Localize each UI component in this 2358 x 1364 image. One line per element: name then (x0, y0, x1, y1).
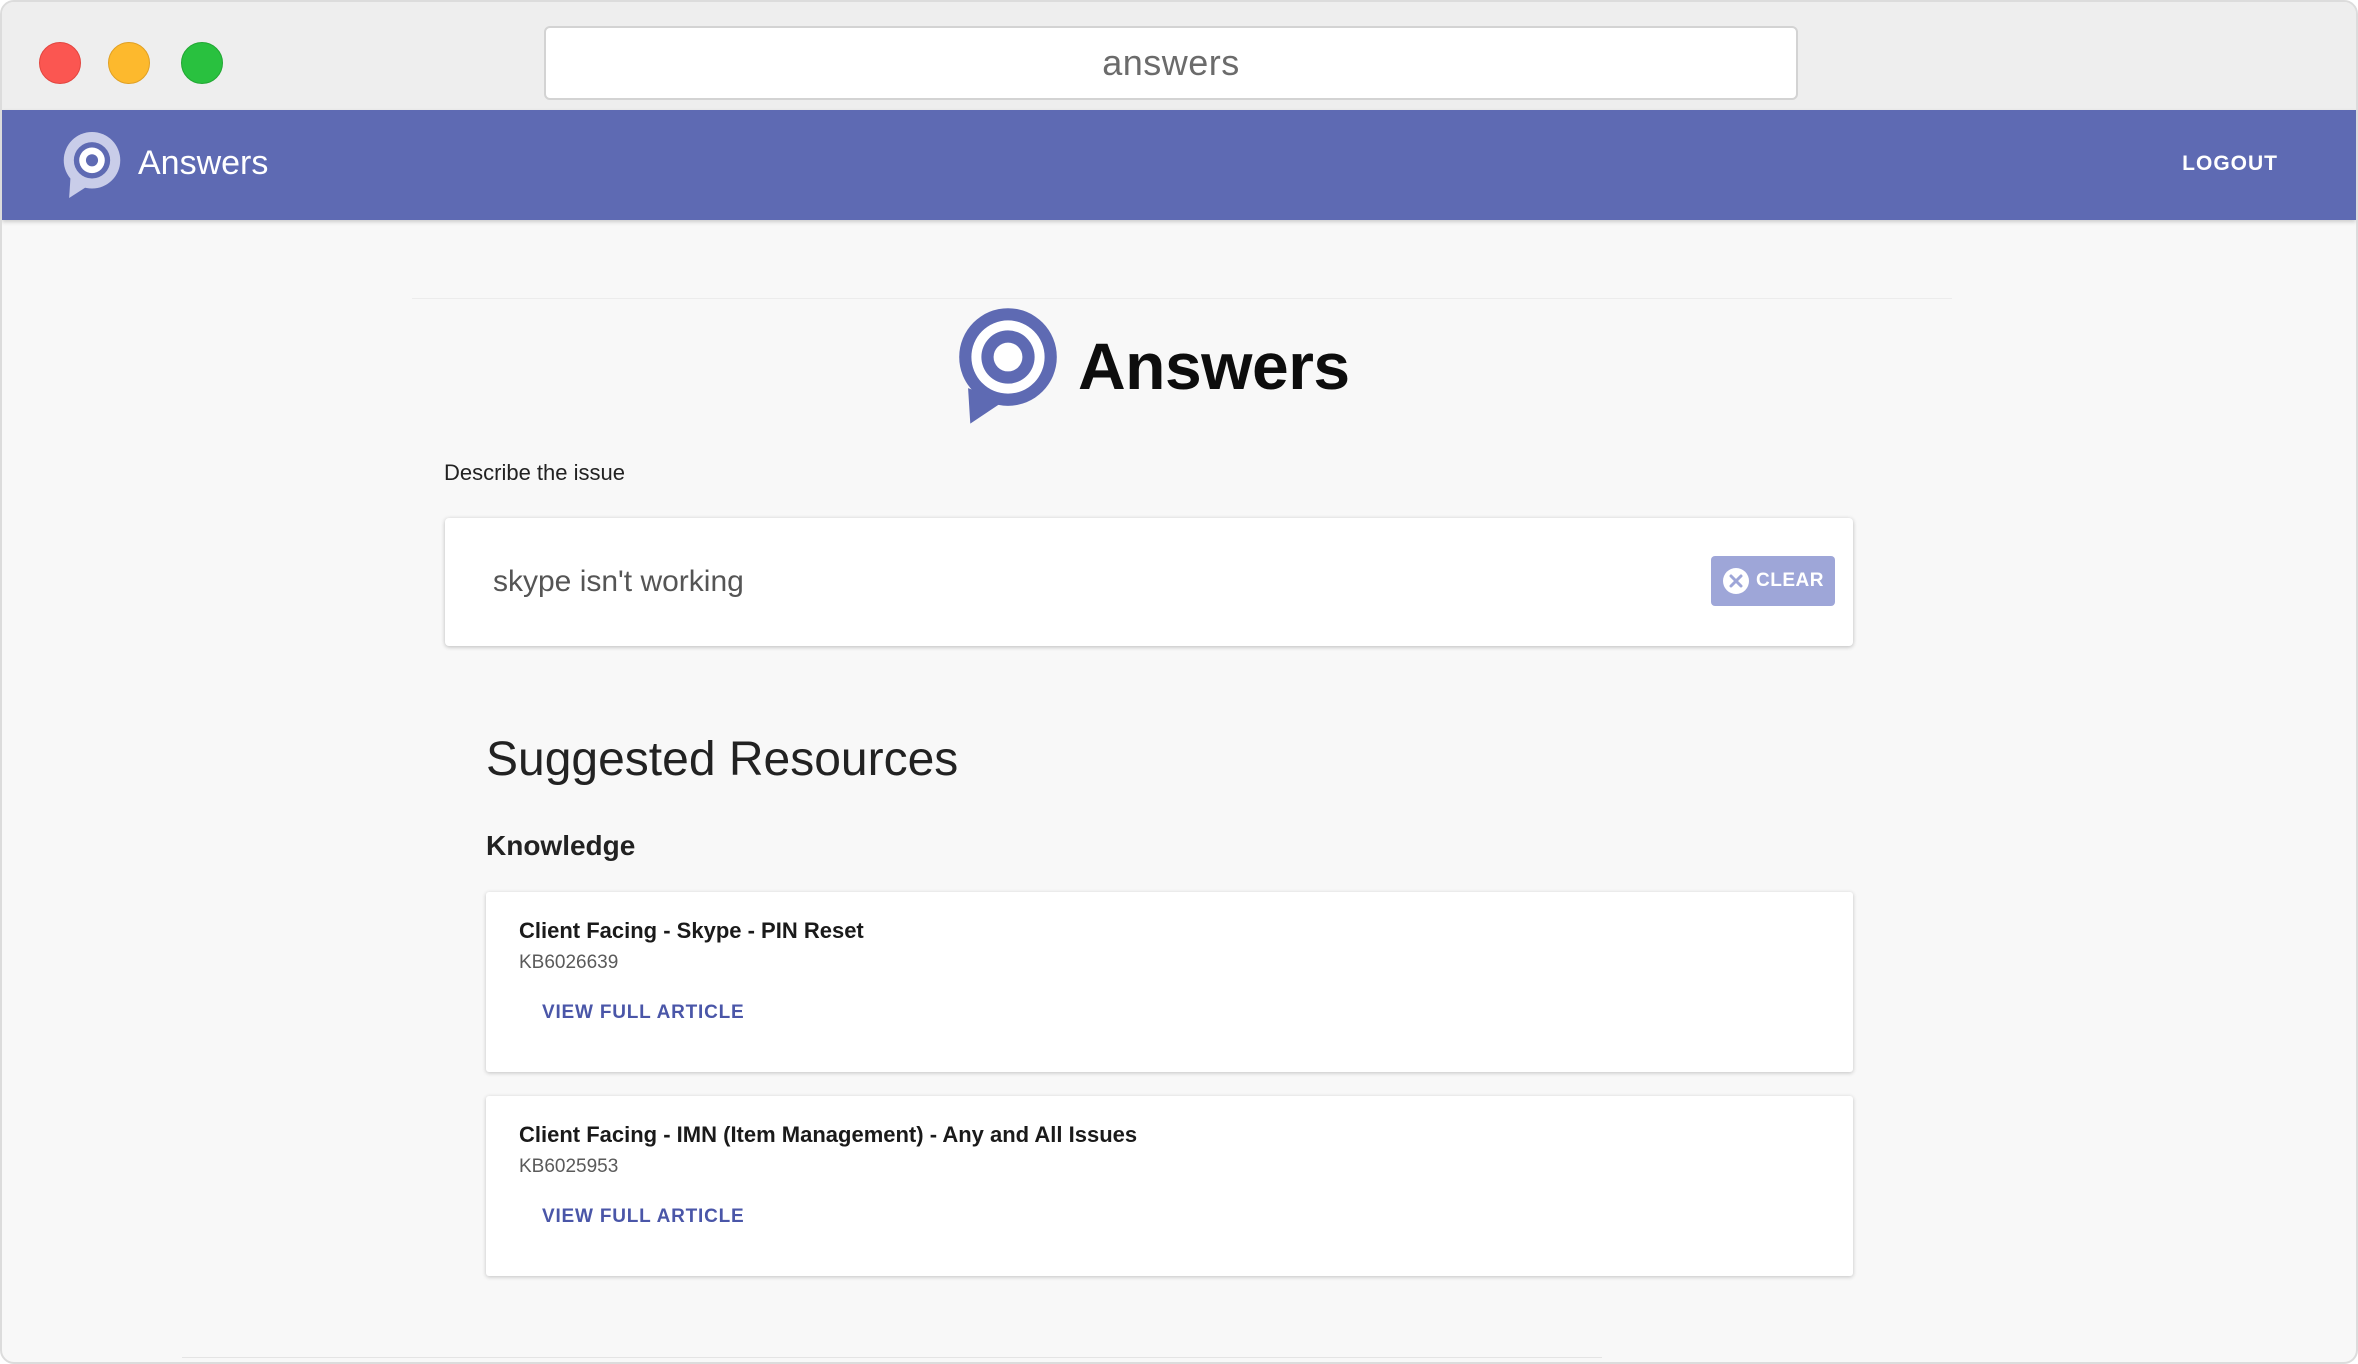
clear-button-label: CLEAR (1756, 570, 1824, 591)
article-title: Client Facing - IMN (Item Management) - … (519, 1122, 1138, 1147)
clear-button[interactable]: CLEAR (1711, 556, 1835, 606)
suggested-resources-heading: Suggested Resources (486, 733, 959, 786)
view-full-article-link[interactable]: VIEW FULL ARTICLE (542, 1206, 745, 1228)
logout-button[interactable]: LOGOUT (2182, 152, 2278, 176)
app-logo-icon (63, 132, 121, 198)
knowledge-section-heading: Knowledge (486, 830, 636, 861)
minimize-window-button[interactable] (108, 42, 150, 84)
content-divider (412, 298, 1952, 299)
article-title: Client Facing - Skype - PIN Reset (519, 918, 864, 943)
article-id: KB6026639 (519, 952, 619, 973)
search-label: Describe the issue (444, 460, 625, 485)
article-card: Client Facing - IMN (Item Management) - … (486, 1096, 1853, 1276)
footer-divider (182, 1357, 1602, 1358)
close-circle-icon (1723, 568, 1750, 594)
hero-title: Answers (1078, 329, 1350, 403)
address-bar-text: answers (1102, 42, 1240, 83)
article-card: Client Facing - Skype - PIN Reset KB6026… (486, 892, 1853, 1072)
browser-titlebar: answers (2, 2, 2356, 110)
app-header: Answers LOGOUT (2, 110, 2356, 220)
issue-search-input[interactable]: skype isn't working CLEAR (445, 518, 1853, 646)
article-id: KB6025953 (519, 1156, 619, 1177)
browser-window: answers Answers LOGOUT Answers Describe … (0, 0, 2358, 1364)
maximize-window-button[interactable] (181, 42, 223, 84)
app-title: Answers (138, 144, 269, 182)
search-input-value[interactable]: skype isn't working (493, 565, 744, 599)
view-full-article-link[interactable]: VIEW FULL ARTICLE (542, 1002, 745, 1024)
hero-logo-icon (959, 308, 1057, 424)
close-window-button[interactable] (39, 42, 81, 84)
address-bar[interactable]: answers (544, 26, 1798, 100)
